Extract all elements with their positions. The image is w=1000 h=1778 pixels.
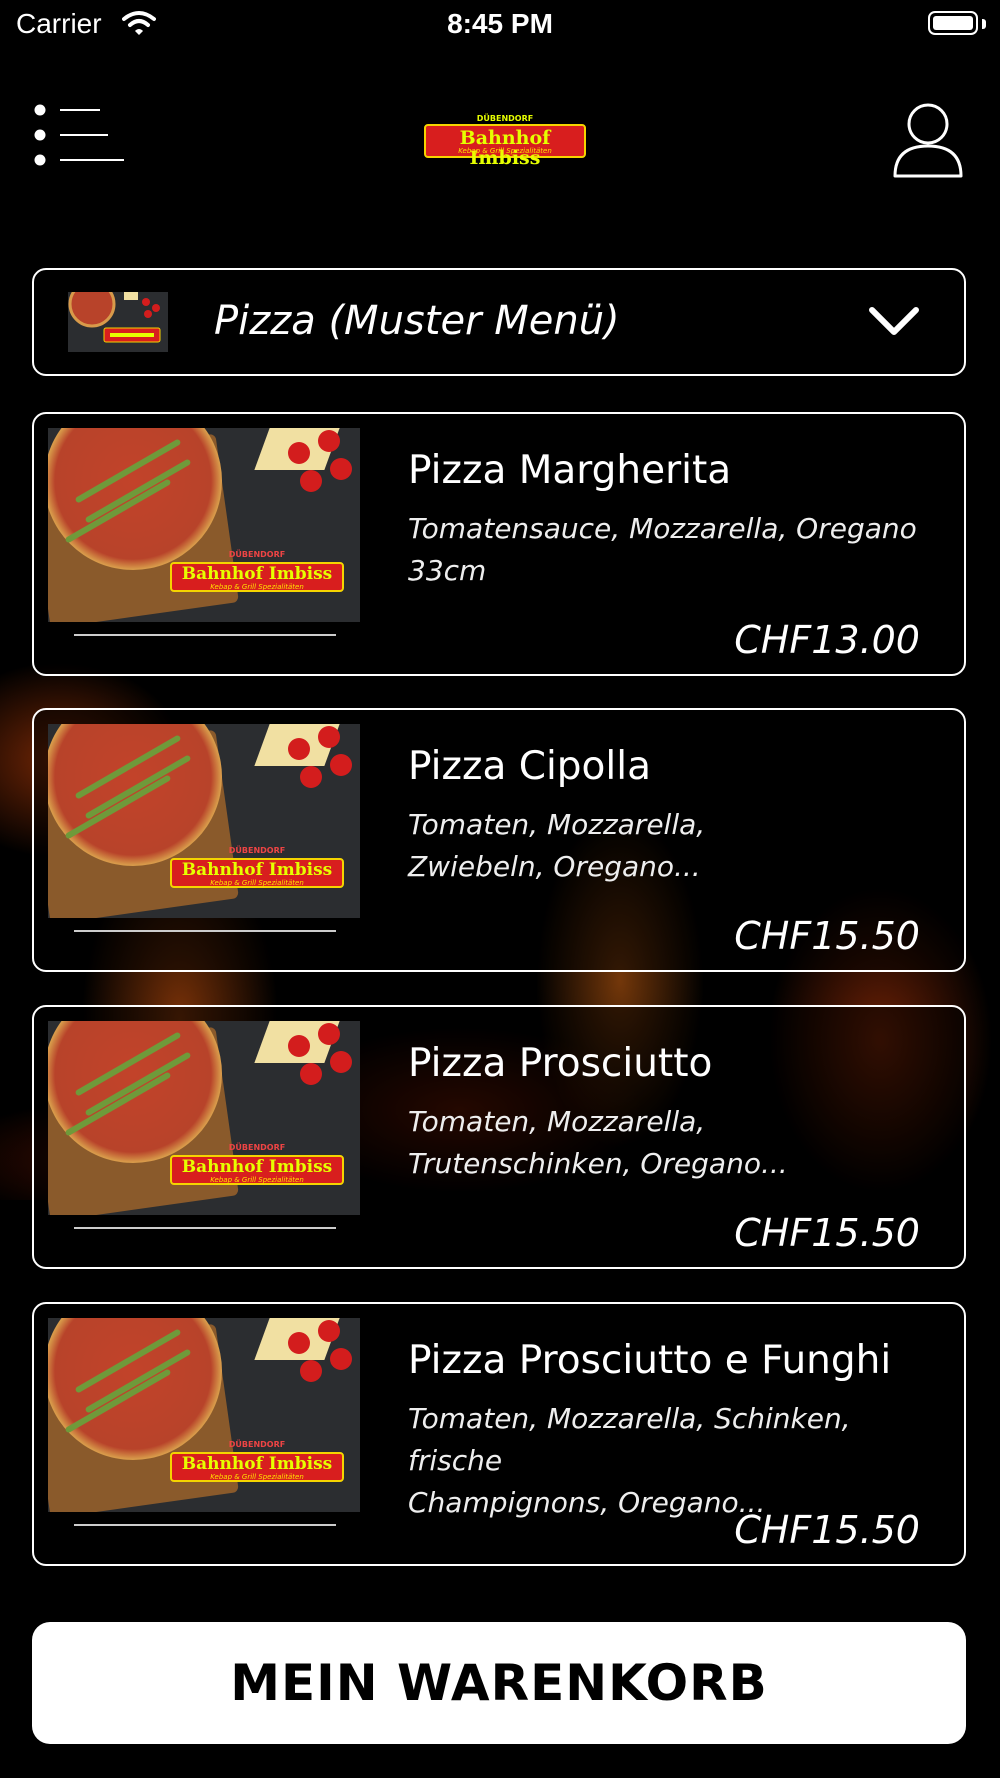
clock: 8:45 PM (447, 8, 553, 39)
pizza-image: DÜBENDORF Bahnhof Imbiss Kebap & Grill S… (48, 1021, 360, 1215)
category-label: Pizza (Muster Menü) (214, 298, 620, 344)
brand-logo: DÜBENDORF Bahnhof Imbiss Kebap & Grill S… (424, 114, 586, 168)
divider (74, 930, 336, 932)
menu-item-card[interactable]: DÜBENDORF Bahnhof Imbiss Kebap & Grill S… (32, 412, 966, 676)
user-icon[interactable] (892, 102, 964, 178)
status-bar: Carrier 8:45 PM (0, 0, 1000, 52)
item-description: Tomatensauce, Mozzarella, Oregano 33cm (408, 512, 917, 587)
item-price: CHF13.00 (734, 618, 920, 662)
pizza-image: DÜBENDORF Bahnhof Imbiss Kebap & Grill S… (48, 428, 360, 622)
battery-tip (982, 19, 986, 29)
item-price: CHF15.50 (734, 1211, 920, 1255)
item-description: Tomaten, Mozzarella, Zwiebeln, Oregano..… (408, 808, 706, 883)
image-logo: DÜBENDORF Bahnhof Imbiss Kebap & Grill S… (170, 550, 344, 596)
image-logo: DÜBENDORF Bahnhof Imbiss Kebap & Grill S… (170, 846, 344, 892)
item-name: Pizza Prosciutto e Funghi (408, 1338, 892, 1383)
menu-item-card[interactable]: DÜBENDORF Bahnhof Imbiss Kebap & Grill S… (32, 1005, 966, 1269)
battery-icon (928, 11, 978, 35)
category-dropdown[interactable]: Pizza (Muster Menü) (32, 268, 966, 376)
item-name: Pizza Cipolla (408, 744, 651, 789)
image-logo: DÜBENDORF Bahnhof Imbiss Kebap & Grill S… (170, 1440, 344, 1486)
item-name: Pizza Prosciutto (408, 1041, 713, 1086)
logo-top-text: DÜBENDORF (476, 114, 534, 123)
image-logo: DÜBENDORF Bahnhof Imbiss Kebap & Grill S… (170, 1143, 344, 1189)
item-price: CHF15.50 (734, 914, 920, 958)
chevron-down-icon[interactable] (868, 306, 920, 340)
item-name: Pizza Margherita (408, 448, 732, 493)
divider (74, 1227, 336, 1229)
divider (74, 634, 336, 636)
app-header: DÜBENDORF Bahnhof Imbiss Kebap & Grill S… (0, 90, 1000, 190)
menu-item-card[interactable]: DÜBENDORF Bahnhof Imbiss Kebap & Grill S… (32, 708, 966, 972)
menu-icon[interactable] (34, 104, 126, 170)
divider (74, 1524, 336, 1526)
item-description: Tomaten, Mozzarella, Trutenschinken, Ore… (408, 1105, 788, 1180)
category-thumbnail (68, 280, 168, 352)
item-description: Tomaten, Mozzarella, Schinken, frische C… (408, 1402, 851, 1519)
pizza-image: DÜBENDORF Bahnhof Imbiss Kebap & Grill S… (48, 724, 360, 918)
cart-button[interactable]: MEIN WARENKORB (32, 1622, 966, 1744)
menu-item-card[interactable]: DÜBENDORF Bahnhof Imbiss Kebap & Grill S… (32, 1302, 966, 1566)
item-price: CHF15.50 (734, 1508, 920, 1552)
pizza-image: DÜBENDORF Bahnhof Imbiss Kebap & Grill S… (48, 1318, 360, 1512)
logo-sub-text: Kebap & Grill Spezialitäten (458, 147, 552, 155)
